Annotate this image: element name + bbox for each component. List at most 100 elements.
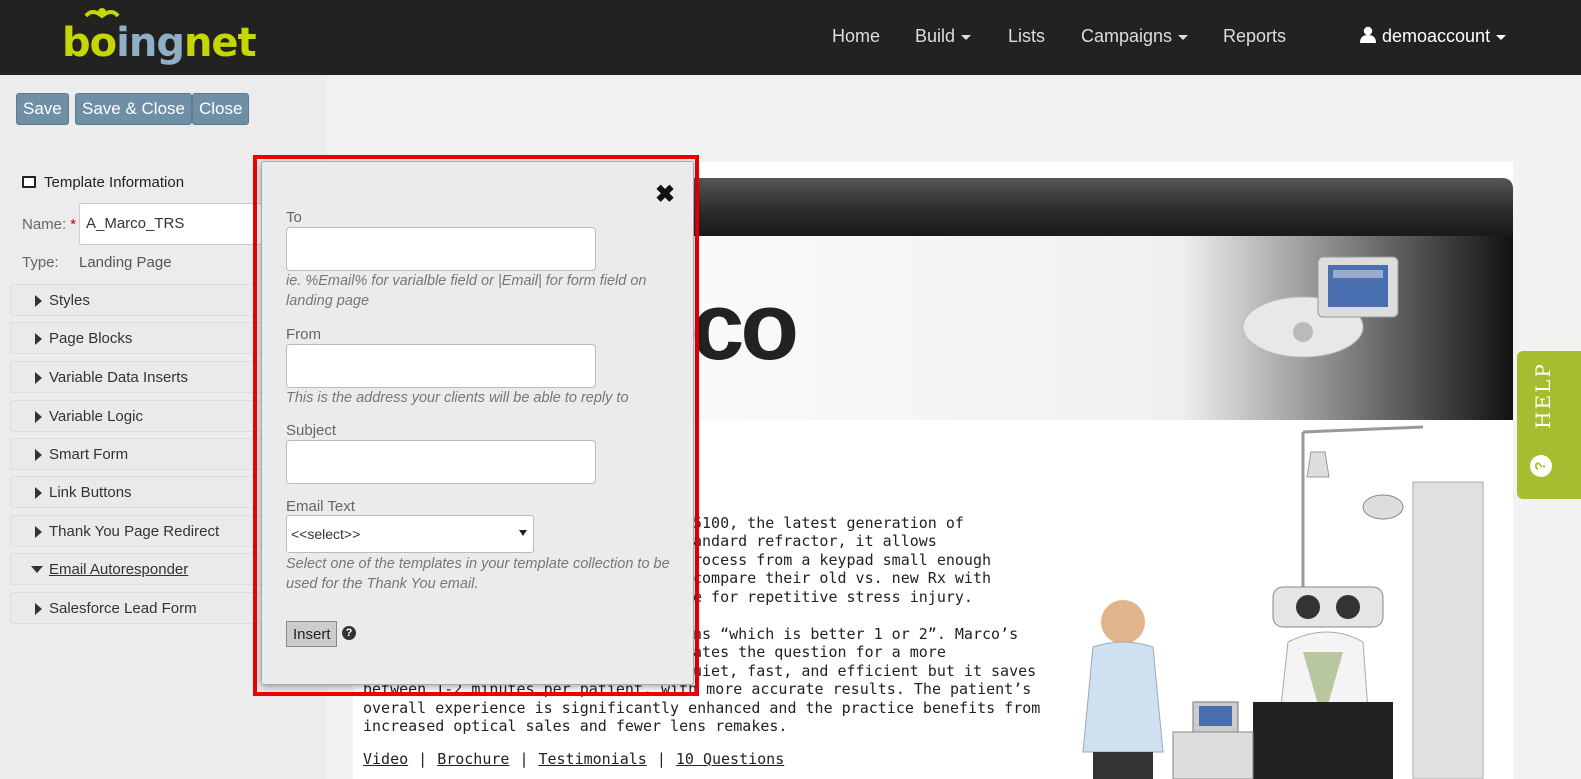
dropdown-arrow-icon [519, 530, 527, 536]
preview-text-line: 5100, the latest generation of [693, 514, 964, 532]
link-separator: | [418, 750, 428, 768]
link-separator: | [656, 750, 666, 768]
nav-lists[interactable]: Lists [1008, 26, 1045, 47]
template-name-input[interactable]: A_Marco_TRS [79, 203, 279, 245]
accordion-label: Page Blocks [49, 330, 133, 347]
accordion-label: Salesforce Lead Form [49, 600, 197, 617]
email-text-label: Email Text [286, 498, 355, 515]
template-info-title: Template Information [44, 174, 185, 191]
nav-home-label: Home [832, 26, 881, 46]
accordion-variable-data-inserts[interactable]: Variable Data Inserts [10, 361, 270, 393]
to-label: To [286, 209, 302, 226]
accordion-label: Variable Data Inserts [49, 369, 188, 386]
accordion-smart-form[interactable]: Smart Form [10, 438, 270, 470]
email-autoresponder-modal: ✖ To ie. %Email% for varialble field or … [261, 161, 694, 685]
image-icon [22, 176, 36, 188]
accordion-label: Smart Form [49, 446, 129, 463]
caret-right-icon [35, 603, 42, 615]
email-text-selected: <<select>> [291, 526, 361, 542]
question-circle-icon[interactable]: ? [342, 626, 356, 640]
close-icon[interactable]: ✖ [655, 180, 675, 209]
name-label-text: Name: [22, 216, 67, 233]
accordion-label: Link Buttons [49, 484, 132, 501]
boingnet-logo[interactable]: boingnet [62, 6, 257, 70]
caret-down-icon [1178, 34, 1189, 40]
save-button[interactable]: Save [16, 93, 69, 125]
accordion-email-autoresponder[interactable]: Email Autoresponder [10, 553, 270, 585]
help-tab[interactable]: HELP ? [1517, 351, 1581, 499]
required-mark: * [70, 216, 77, 233]
preview-links: Video | Brochure | Testimonials | 10 Questions [363, 750, 784, 768]
subject-input[interactable] [286, 440, 596, 484]
caret-right-icon [35, 449, 42, 461]
from-label: From [286, 326, 321, 343]
nav-home[interactable]: Home [832, 26, 880, 47]
preview-text-line: increased optical sales and fewer lens r… [363, 717, 788, 735]
nav-reports[interactable]: Reports [1223, 26, 1286, 47]
caret-right-icon [35, 295, 42, 307]
caret-right-icon [35, 487, 42, 499]
caret-down-icon [1496, 34, 1507, 40]
preview-text-line: ns “which is better 1 or 2”. Marco’s [693, 625, 1019, 643]
help-tab-label: HELP [1531, 362, 1555, 429]
accordion-variable-logic[interactable]: Variable Logic [10, 400, 270, 432]
accordion-label: Thank You Page Redirect [49, 523, 220, 540]
type-label: Type: [22, 254, 59, 271]
preview-text-line: andard refractor, it allows [693, 532, 937, 550]
nav-campaigns[interactable]: Campaigns [1081, 26, 1189, 47]
nav-build[interactable]: Build [915, 26, 972, 47]
nav-campaigns-label: Campaigns [1081, 26, 1173, 46]
accordion-salesforce-lead-form[interactable]: Salesforce Lead Form [10, 592, 270, 624]
caret-right-icon [35, 372, 42, 384]
caret-right-icon [35, 526, 42, 538]
email-text-hint: Select one of the templates in your temp… [286, 556, 670, 592]
caret-down-icon [31, 566, 43, 573]
type-value: Landing Page [79, 254, 172, 271]
accordion-label: Variable Logic [49, 408, 143, 425]
to-input[interactable] [286, 227, 596, 271]
nav-lists-label: Lists [1008, 26, 1046, 46]
caret-right-icon [35, 411, 42, 423]
accordion-link-buttons[interactable]: Link Buttons [10, 476, 270, 508]
to-hint: ie. %Email% for varialble field or |Emai… [286, 273, 647, 309]
accordion-label: Styles [49, 292, 90, 309]
question-circle-icon: ? [1530, 455, 1552, 477]
accordion-page-blocks[interactable]: Page Blocks [10, 322, 270, 354]
preview-header-bar [683, 178, 1513, 236]
accordion-styles[interactable]: Styles [10, 284, 270, 316]
user-icon [1360, 26, 1376, 43]
link-10-questions[interactable]: 10 Questions [676, 750, 784, 768]
logo-wordmark: boingnet [62, 20, 257, 66]
preview-text-line: compare their old vs. new Rx with [693, 569, 992, 587]
preview-brand-text: co [691, 273, 799, 380]
username: demoaccount [1382, 26, 1491, 46]
name-label: Name: * [22, 216, 76, 233]
caret-right-icon [35, 333, 42, 345]
user-menu[interactable]: demoaccount [1360, 26, 1507, 47]
preview-text-line: rocess from a keypad small enough [693, 551, 992, 569]
preview-text-line: ates the question for a more [693, 643, 946, 661]
accordion-thank-you-redirect[interactable]: Thank You Page Redirect [10, 515, 270, 547]
caret-down-icon [961, 34, 972, 40]
preview-text-line: uiet, fast, and efficient but it saves [693, 662, 1037, 680]
nav-build-label: Build [915, 26, 956, 46]
template-info-heading: Template Information [22, 174, 184, 191]
link-separator: | [519, 750, 529, 768]
from-input[interactable] [286, 344, 596, 388]
subject-label: Subject [286, 422, 337, 439]
from-hint: This is the address your clients will be… [286, 390, 629, 406]
top-navbar: boingnet Home Build Lists Campaigns Repo… [0, 0, 1581, 75]
email-text-select[interactable]: <<select>> [286, 515, 534, 553]
preview-text-line: e for repetitive stress injury. [693, 588, 973, 606]
link-brochure[interactable]: Brochure [437, 750, 509, 768]
link-video[interactable]: Video [363, 750, 408, 768]
close-button[interactable]: Close [192, 93, 250, 125]
preview-text-line: overall experience is significantly enha… [363, 699, 1041, 717]
save-and-close-button[interactable]: Save & Close [75, 93, 192, 125]
device-image [1242, 256, 1399, 358]
link-testimonials[interactable]: Testimonials [538, 750, 646, 768]
insert-button[interactable]: Insert [286, 621, 337, 647]
accordion-label: Email Autoresponder [49, 561, 189, 578]
nav-reports-label: Reports [1223, 26, 1287, 46]
exam-scene-image [1082, 425, 1484, 779]
